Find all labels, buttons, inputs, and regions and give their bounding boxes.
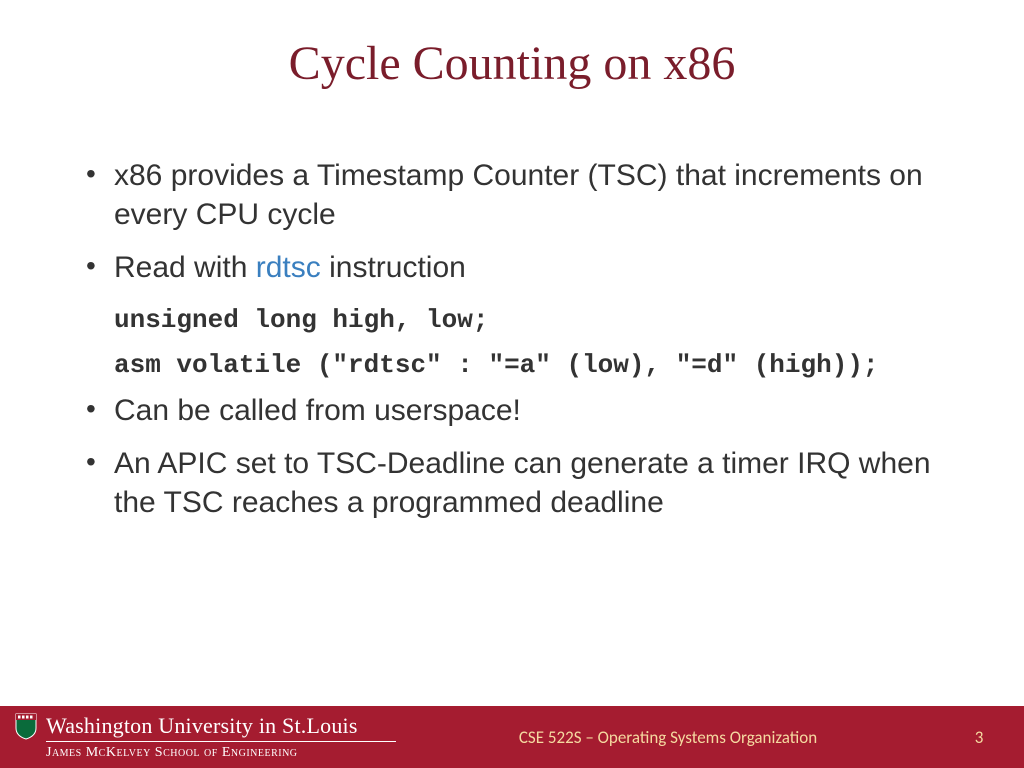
slide-title: Cycle Counting on x86 [0, 36, 1024, 91]
university-name: Washington University in St.Louis [46, 713, 396, 739]
bullet-text: Read with [114, 251, 256, 284]
footer-bar: Washington University in St.Louis James … [0, 706, 1024, 768]
bullet-list: Can be called from userspace! An APIC se… [80, 391, 944, 522]
logo-divider [46, 741, 396, 742]
bullet-item: x86 provides a Timestamp Counter (TSC) t… [80, 156, 944, 234]
footer-page-number: 3 [944, 727, 1024, 748]
bullet-list: x86 provides a Timestamp Counter (TSC) t… [80, 156, 944, 287]
bullet-item: Can be called from userspace! [80, 391, 944, 430]
bullet-item: Read with rdtsc instruction [80, 248, 944, 287]
logo-block: Washington University in St.Louis James … [0, 706, 392, 768]
keyword-rdtsc: rdtsc [256, 251, 321, 284]
footer-course: CSE 522S – Operating Systems Organizatio… [392, 727, 944, 748]
slide: Cycle Counting on x86 x86 provides a Tim… [0, 0, 1024, 768]
logo-text: Washington University in St.Louis James … [46, 713, 396, 761]
school-name: James McKelvey School of Engineering [46, 745, 396, 761]
code-line: asm volatile ("rdtsc" : "=a" (low), "=d"… [114, 346, 944, 385]
shield-icon [14, 712, 38, 740]
bullet-item: An APIC set to TSC-Deadline can generate… [80, 444, 944, 522]
code-line: unsigned long high, low; [114, 301, 944, 340]
slide-body: x86 provides a Timestamp Counter (TSC) t… [80, 156, 944, 536]
bullet-text: instruction [321, 251, 466, 284]
